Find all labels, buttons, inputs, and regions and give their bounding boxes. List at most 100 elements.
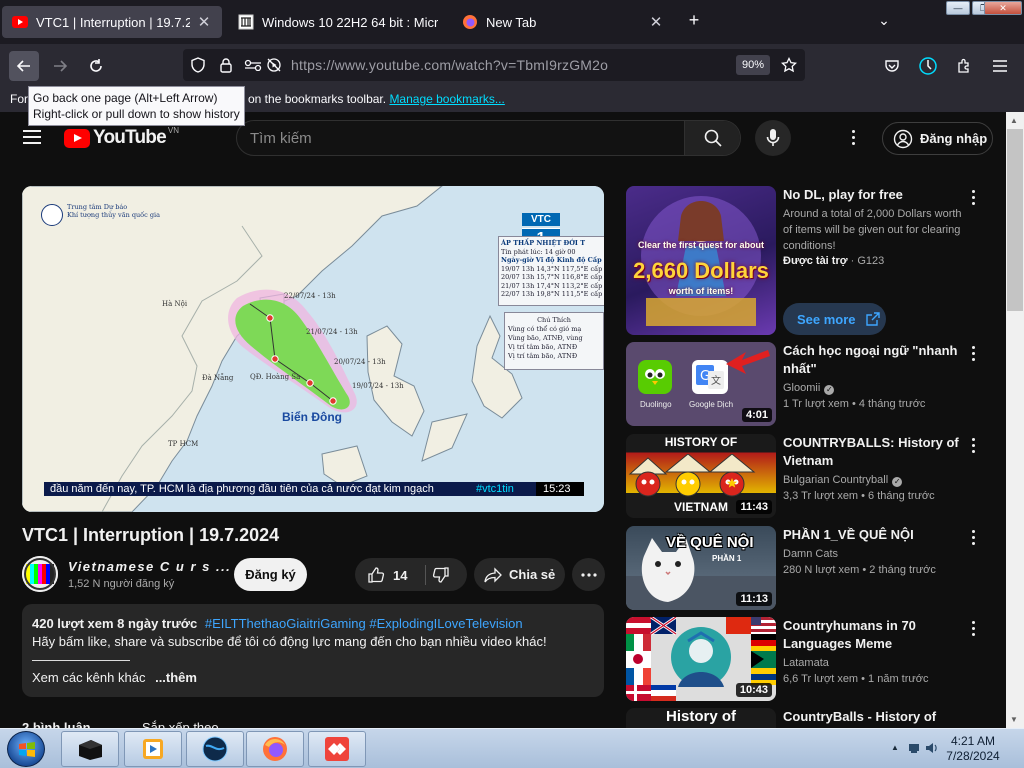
- storm-info-table: ÁP THẤP NHIỆT ĐỚI T Tin phát lúc: 14 giờ…: [498, 236, 604, 306]
- sponsored-ad-card[interactable]: Clear the first quest for about 2,660 Do…: [626, 186, 998, 336]
- address-bar[interactable]: https://www.youtube.com/watch?v=TbmI9rzG…: [183, 49, 805, 81]
- taskbar-app-1[interactable]: [61, 731, 119, 767]
- voice-search-button[interactable]: [755, 120, 791, 156]
- scroll-up-arrow-icon[interactable]: ▲: [1010, 116, 1018, 125]
- channel-name: Bulgarian Countryball ✓: [783, 474, 903, 487]
- video-thumbnail[interactable]: 10:43: [626, 617, 776, 701]
- see-more-button[interactable]: See more: [783, 303, 886, 335]
- search-input[interactable]: Tìm kiếm: [250, 130, 312, 147]
- tab-vtc1[interactable]: VTC1 | Interruption | 19.7.2024 ✕: [2, 6, 222, 38]
- scroll-down-arrow-icon[interactable]: ▼: [1010, 715, 1018, 724]
- search-box[interactable]: Tìm kiếm: [236, 120, 741, 156]
- microphone-icon: [766, 129, 780, 146]
- reload-button[interactable]: [81, 51, 111, 81]
- tab-title: New Tab: [486, 14, 537, 30]
- video-thumbnail[interactable]: G文 Duolingo Google Dịch 4:01: [626, 342, 776, 426]
- related-video-5[interactable]: History of CountryBalls - History of: [626, 708, 998, 728]
- subscribe-button[interactable]: Đăng ký: [234, 558, 307, 591]
- hashtags[interactable]: #EILTThethaoGiaitriGaming #ExplodingILov…: [205, 616, 523, 631]
- verified-badge-icon: ✓: [892, 477, 903, 487]
- video-description[interactable]: 420 lượt xem 8 ngày trước #EILTThethaoGi…: [22, 604, 604, 697]
- video-meta: 3,3 Tr lượt xem • 6 tháng trước: [783, 490, 935, 502]
- network-icon[interactable]: [908, 741, 922, 755]
- share-arrow-icon: [484, 566, 502, 583]
- youtube-logo[interactable]: YouTube VN: [64, 126, 179, 149]
- ticker-clock: 15:23: [536, 482, 584, 496]
- like-button[interactable]: 14: [367, 566, 407, 584]
- channel-avatar[interactable]: [22, 556, 58, 592]
- tab-windows10[interactable]: Windows 10 22H2 64 bit : Micro: [228, 6, 448, 38]
- description-line: Xem các kênh khác: [32, 670, 146, 685]
- video-player[interactable]: Trung tâm Dự báo Khí tượng thủy văn quốc…: [22, 186, 604, 512]
- track-label: 19/07/24 - 13h: [352, 382, 404, 390]
- like-divider: [425, 565, 426, 585]
- app-menu-button[interactable]: [985, 51, 1015, 81]
- ad-thumbnail[interactable]: Clear the first quest for about 2,660 Do…: [626, 186, 776, 335]
- video-thumbnail[interactable]: VỀ QUÊ NỘI PHẦN 1 11:13: [626, 526, 776, 610]
- map-label-hoangsa: QĐ. Hoàng Sa: [250, 373, 301, 381]
- video-thumbnail[interactable]: HISTORY OF VIETNAM 11:43: [626, 434, 776, 518]
- list-all-tabs-chevron-icon[interactable]: ⌄: [872, 12, 896, 29]
- search-button[interactable]: [684, 121, 740, 155]
- browser-tab-strip: VTC1 | Interruption | 19.7.2024 ✕ Window…: [0, 0, 1024, 44]
- settings-more-icon[interactable]: [852, 130, 856, 148]
- show-more-link[interactable]: ...thêm: [155, 670, 197, 685]
- permissions-icon[interactable]: [244, 57, 262, 73]
- video-menu-icon[interactable]: [972, 346, 976, 364]
- video-duration: 10:43: [735, 683, 772, 697]
- tab-close-icon[interactable]: ✕: [196, 13, 212, 31]
- video-menu-icon[interactable]: [972, 438, 976, 456]
- tab-new-tab[interactable]: New Tab ✕: [452, 6, 674, 38]
- more-actions-button[interactable]: [572, 558, 605, 591]
- zoom-level-button[interactable]: 90%: [736, 55, 770, 75]
- related-video-2[interactable]: HISTORY OF VIETNAM 11:43 COUNTRYBALLS: H…: [626, 434, 998, 518]
- taskbar-anydesk[interactable]: [308, 731, 366, 767]
- manage-bookmarks-link[interactable]: Manage bookmarks...: [389, 92, 504, 106]
- pocket-button[interactable]: [877, 51, 907, 81]
- bookmark-star-icon[interactable]: [781, 57, 797, 73]
- like-dislike-group: 14: [355, 558, 467, 591]
- show-hidden-icons-arrow-icon[interactable]: ▲: [891, 743, 899, 752]
- new-tab-plus-icon[interactable]: +: [682, 10, 706, 31]
- video-menu-icon[interactable]: [972, 530, 976, 548]
- system-clock[interactable]: 4:21 AM 7/28/2024: [940, 734, 1006, 764]
- svg-text:文: 文: [711, 374, 721, 387]
- channel-name[interactable]: Vietnamese C u r s ...: [68, 559, 231, 574]
- firefox-icon: [263, 737, 287, 761]
- page-scrollbar[interactable]: ▲ ▼: [1006, 112, 1024, 728]
- video-title: Cách học ngoại ngữ "nhanh nhất": [783, 343, 958, 376]
- taskbar-firefox[interactable]: [246, 731, 304, 767]
- forward-button[interactable]: [45, 51, 75, 81]
- ad-menu-icon[interactable]: [972, 190, 976, 208]
- scrollbar-thumb[interactable]: [1007, 129, 1023, 311]
- related-video-1[interactable]: G文 Duolingo Google Dịch 4:01 Cách học ng…: [626, 342, 998, 426]
- lock-icon[interactable]: [218, 57, 234, 73]
- related-video-3[interactable]: VỀ QUÊ NỘI PHẦN 1 11:13 PHẦN 1_VỀ QUÊ NỘ…: [626, 526, 998, 610]
- extensions-button[interactable]: [949, 51, 979, 81]
- description-divider: [32, 660, 130, 661]
- bookmarks-notice-lead: For: [10, 92, 28, 106]
- tracking-protection-shield-icon[interactable]: [190, 57, 206, 73]
- autoplay-blocked-icon[interactable]: [266, 57, 282, 73]
- browser-navigation-bar: https://www.youtube.com/watch?v=TbmI9rzG…: [0, 44, 1024, 86]
- video-duration: 11:13: [736, 592, 772, 606]
- close-window-icon[interactable]: ✕: [984, 1, 1022, 15]
- taskbar-globe-app[interactable]: [186, 731, 244, 767]
- share-button[interactable]: Chia sẻ: [474, 558, 565, 591]
- red-arrow-icon: [726, 350, 770, 374]
- account-button[interactable]: [913, 51, 943, 81]
- volume-icon[interactable]: [925, 741, 939, 755]
- sign-in-button[interactable]: Đăng nhập: [882, 122, 993, 155]
- video-thumbnail[interactable]: History of: [626, 708, 776, 728]
- back-button[interactable]: [9, 51, 39, 81]
- guide-menu-icon[interactable]: [23, 130, 41, 148]
- tab-close-icon[interactable]: ✕: [648, 13, 664, 31]
- video-menu-icon[interactable]: [972, 621, 976, 639]
- minimize-window-icon[interactable]: —: [946, 1, 970, 15]
- dislike-button[interactable]: [432, 566, 450, 589]
- start-button[interactable]: [7, 731, 45, 767]
- map-label-bien-dong: Biển Đông: [282, 410, 342, 424]
- related-video-4[interactable]: 10:43 Countryhumans in 70 Languages Meme…: [626, 617, 998, 701]
- taskbar-media-player[interactable]: [124, 731, 182, 767]
- firefox-account-icon: [919, 57, 937, 75]
